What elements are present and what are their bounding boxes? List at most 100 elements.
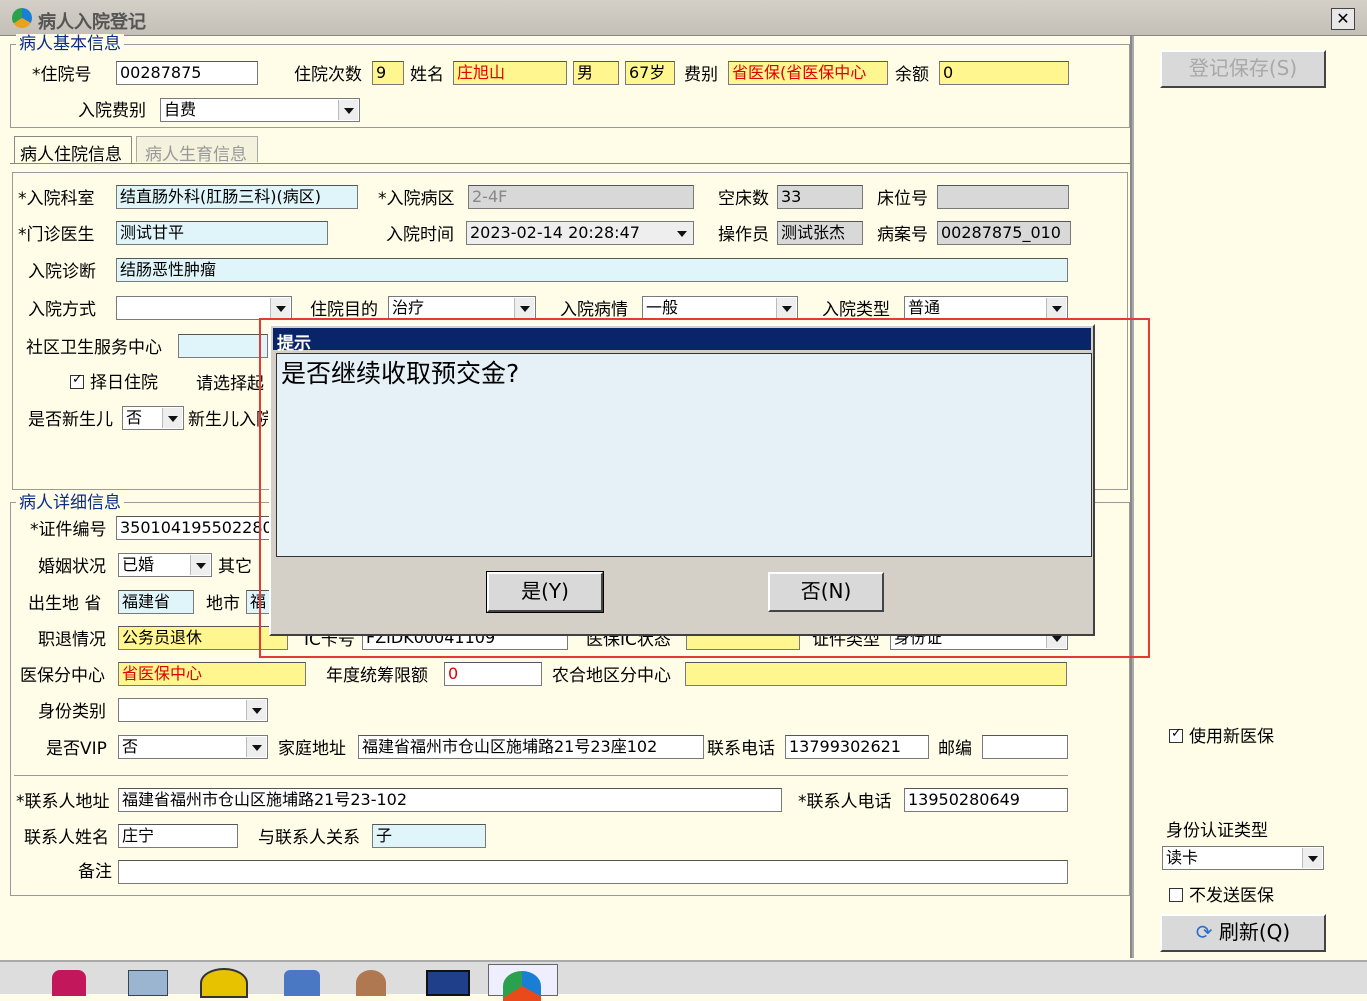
center-field[interactable]: 省医保中心 — [118, 662, 306, 686]
birth-province-field[interactable]: 福建省 — [118, 590, 194, 614]
chevron-down-icon[interactable] — [162, 408, 182, 428]
save-button[interactable]: 登记保存(S) — [1160, 50, 1326, 88]
auth-type-value: 读卡 — [1166, 848, 1199, 867]
detail-divider — [14, 775, 1068, 776]
community-label: 社区卫生服务中心 — [26, 338, 162, 358]
type-select[interactable]: 普通 — [904, 296, 1068, 320]
auth-type-select[interactable]: 读卡 — [1162, 846, 1324, 870]
marital-value: 已婚 — [122, 555, 155, 574]
diagnosis-field[interactable]: 结肠恶性肿瘤 — [116, 258, 1068, 282]
record-no-label: 病案号 — [877, 225, 928, 245]
sex-field[interactable]: 男 — [573, 61, 619, 85]
times-field[interactable]: 9 — [372, 61, 404, 85]
annual-field[interactable]: 0 — [444, 662, 542, 686]
inpatient-no-field[interactable]: 00287875 — [116, 61, 258, 85]
contact-phone-field[interactable]: 13950280649 — [904, 788, 1068, 812]
chevron-down-icon[interactable] — [514, 298, 534, 318]
active-app-icon[interactable] — [488, 964, 558, 1001]
time-value: 2023-02-14 20:28:47 — [470, 223, 640, 242]
age-field[interactable]: 67岁 — [625, 61, 675, 85]
bed-no-field[interactable] — [937, 185, 1069, 209]
bed-no-label: 床位号 — [877, 189, 928, 209]
doctor-label: *门诊医生 — [18, 225, 95, 245]
address-field[interactable]: 福建省福州市仓山区施埔路21号23座102 — [358, 735, 704, 759]
zip-field[interactable] — [982, 735, 1068, 759]
relation-label: 与联系人关系 — [258, 828, 360, 848]
refresh-button[interactable]: ⟳ 刷新(Q) — [1160, 914, 1326, 952]
balance-field[interactable]: 0 — [939, 61, 1069, 85]
operator-field[interactable]: 测试张杰 — [777, 221, 863, 245]
purpose-select[interactable]: 治疗 — [388, 296, 536, 320]
chevron-down-icon[interactable] — [1046, 298, 1066, 318]
rural-field[interactable] — [685, 662, 1067, 686]
vip-label: 是否VIP — [46, 739, 107, 759]
taskbar — [0, 960, 1367, 1001]
contact-addr-field[interactable]: 福建省福州市仓山区施埔路21号23-102 — [118, 788, 782, 812]
community-field[interactable] — [178, 334, 268, 358]
empty-beds-field[interactable]: 33 — [777, 185, 863, 209]
chevron-down-icon[interactable] — [246, 737, 266, 757]
tab-admission-label: 病人住院信息 — [20, 145, 122, 165]
admit-fee-select[interactable]: 自费 — [160, 98, 360, 122]
tab-admission[interactable]: 病人住院信息 — [14, 136, 132, 165]
purpose-value: 治疗 — [392, 298, 425, 317]
time-label: 入院时间 — [386, 225, 454, 245]
name-field[interactable]: 庄旭山 — [453, 61, 567, 85]
refresh-button-label: 刷新(Q) — [1218, 920, 1291, 944]
contact-phone-label: *联系人电话 — [798, 792, 892, 812]
type-value: 普通 — [908, 298, 941, 317]
admit-fee-label: 入院费别 — [78, 101, 146, 121]
vip-select[interactable]: 否 — [118, 735, 268, 759]
chevron-down-icon[interactable] — [1302, 848, 1322, 868]
city-label: 地市 — [206, 594, 240, 614]
newborn-value: 否 — [126, 408, 143, 427]
network-icon[interactable] — [128, 970, 168, 996]
mode-label: 入院方式 — [28, 300, 96, 320]
chevron-down-icon[interactable] — [776, 298, 796, 318]
chevron-down-icon[interactable] — [338, 100, 358, 120]
contact-name-field[interactable]: 庄宁 — [118, 824, 238, 848]
doctor-field[interactable]: 测试甘平 — [116, 221, 328, 245]
rural-label: 农合地区分中心 — [552, 666, 671, 686]
server-icon[interactable] — [284, 970, 320, 996]
close-button[interactable]: ✕ — [1331, 8, 1355, 30]
detail-group-title: 病人详细信息 — [16, 493, 124, 513]
no-send-checkbox[interactable] — [1169, 888, 1183, 902]
phone-field[interactable]: 13799302621 — [785, 735, 929, 759]
remark-field[interactable] — [118, 860, 1068, 884]
relation-field[interactable]: 子 — [372, 824, 486, 848]
job-label: 职退情况 — [38, 630, 106, 650]
identity-label: 身份类别 — [38, 702, 106, 722]
fee-type-field[interactable]: 省医保(省医保中心 — [728, 61, 888, 85]
id-no-field[interactable]: 3501041955022800 — [116, 516, 272, 540]
newborn-select[interactable]: 否 — [122, 406, 184, 430]
empty-beds-label: 空床数 — [718, 189, 769, 209]
identity-select[interactable] — [118, 698, 268, 722]
ward-field[interactable]: 2-4F — [468, 185, 694, 209]
chevron-down-icon[interactable] — [246, 700, 266, 720]
database-icon[interactable] — [52, 970, 86, 996]
ward-label: *入院病区 — [378, 189, 455, 209]
tab-divider — [10, 163, 1130, 164]
other-label: 其它 — [218, 557, 252, 577]
select-day-label: 择日住院 — [90, 373, 158, 393]
chevron-down-icon[interactable] — [190, 555, 210, 575]
time-field[interactable]: 2023-02-14 20:28:47 — [466, 221, 694, 245]
address-label: 家庭地址 — [278, 739, 346, 759]
doctor-icon[interactable] — [356, 970, 386, 996]
dept-field[interactable]: 结直肠外科(肛肠三科)(病区) — [116, 185, 358, 209]
condition-select[interactable]: 一般 — [642, 296, 798, 320]
app-icon — [12, 8, 32, 28]
chevron-down-icon[interactable] — [270, 298, 290, 318]
new-insurance-label: 使用新医保 — [1189, 727, 1274, 747]
chevron-down-icon[interactable] — [672, 223, 692, 243]
monitor-icon[interactable] — [426, 970, 470, 996]
mode-select[interactable] — [116, 296, 292, 320]
select-day-checkbox[interactable]: ✓ — [70, 372, 84, 389]
basic-info-title: 病人基本信息 — [16, 34, 124, 54]
marital-select[interactable]: 已婚 — [118, 553, 212, 577]
tab-birth[interactable]: 病人生育信息 — [136, 136, 258, 165]
new-insurance-checkbox[interactable]: ✓ — [1169, 726, 1183, 743]
contact-addr-label: *联系人地址 — [16, 792, 110, 812]
record-no-field[interactable]: 00287875_010 — [937, 221, 1071, 245]
